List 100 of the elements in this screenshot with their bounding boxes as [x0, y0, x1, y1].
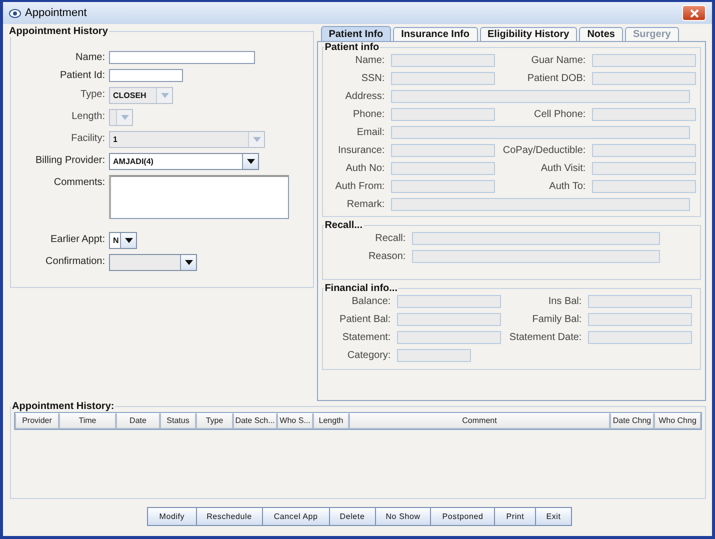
- column-header[interactable]: Date Chng: [610, 413, 654, 429]
- readonly-field[interactable]: [592, 180, 696, 193]
- field-label: Name:: [74, 51, 105, 64]
- caret-icon: [242, 154, 258, 169]
- field-label: SSN:: [360, 72, 385, 85]
- readonly-field[interactable]: [396, 313, 501, 326]
- close-button[interactable]: [682, 5, 706, 21]
- field-label: Patient Bal:: [338, 313, 391, 326]
- field-label: Balance:: [350, 295, 391, 308]
- action-button[interactable]: Postponed: [430, 507, 496, 526]
- section-title: Financial info...: [324, 283, 398, 294]
- column-header[interactable]: Time: [59, 413, 116, 429]
- action-button[interactable]: Reschedule: [196, 507, 263, 526]
- caret-icon: [120, 233, 136, 248]
- field-label: Type:: [80, 88, 105, 102]
- readonly-field[interactable]: [390, 90, 690, 103]
- action-button[interactable]: Delete: [328, 507, 376, 526]
- field-label: Billing Provider:: [34, 154, 105, 168]
- comments-field[interactable]: [109, 175, 289, 219]
- field-label: Recall:: [374, 232, 406, 245]
- field-label: Reason:: [367, 250, 406, 263]
- field-label: Statement:: [341, 331, 391, 344]
- caret-icon: [156, 88, 172, 103]
- readonly-field[interactable]: [390, 162, 495, 175]
- field-label: Phone:: [352, 108, 385, 121]
- section-title: Recall...: [324, 220, 364, 231]
- tab[interactable]: Eligibility History: [480, 27, 578, 41]
- readonly-field[interactable]: [390, 108, 495, 121]
- text-field[interactable]: [109, 51, 255, 64]
- readonly-field[interactable]: [412, 232, 660, 245]
- readonly-field[interactable]: [588, 295, 692, 308]
- field-label: Cell Phone:: [532, 108, 586, 121]
- field-label: Confirmation:: [44, 255, 105, 269]
- field-label: Length:: [70, 110, 105, 124]
- caret-icon: [248, 132, 264, 147]
- field-label: Auth No:: [344, 162, 385, 175]
- readonly-field[interactable]: [390, 144, 495, 157]
- tab[interactable]: Notes: [579, 27, 623, 41]
- section-title: Appointment History: [8, 26, 109, 37]
- column-header[interactable]: Comment: [349, 413, 610, 429]
- caret-icon: [116, 110, 132, 125]
- tab[interactable]: Insurance Info: [393, 27, 478, 41]
- readonly-field[interactable]: [412, 250, 660, 263]
- section-title: Patient info: [324, 42, 380, 53]
- readonly-field[interactable]: [396, 349, 471, 362]
- column-header[interactable]: Length: [313, 413, 349, 429]
- field-label: Ins Bal:: [547, 295, 582, 308]
- column-header[interactable]: Status: [160, 413, 196, 429]
- field-label: Patient Id:: [58, 69, 105, 82]
- field-label: Patient DOB:: [526, 72, 586, 85]
- readonly-field[interactable]: [390, 72, 495, 85]
- readonly-field[interactable]: [396, 331, 501, 344]
- section-title: Appointment History:: [11, 401, 116, 412]
- dropdown-field[interactable]: N: [109, 232, 137, 249]
- column-header[interactable]: Date Sch...: [233, 413, 277, 429]
- readonly-field[interactable]: [588, 331, 692, 344]
- readonly-field[interactable]: [390, 198, 690, 211]
- field-label: Email:: [356, 126, 385, 139]
- column-header[interactable]: Who Chng: [654, 413, 701, 429]
- field-label: Address:: [344, 90, 385, 103]
- dropdown-field[interactable]: [109, 254, 197, 271]
- readonly-field[interactable]: [592, 54, 696, 67]
- text-field[interactable]: [109, 69, 183, 82]
- field-label: Facility:: [70, 132, 105, 146]
- action-button[interactable]: Modify: [147, 507, 197, 526]
- field-label: Auth From:: [334, 180, 385, 193]
- readonly-field[interactable]: [592, 162, 696, 175]
- readonly-field[interactable]: [592, 72, 696, 85]
- dropdown-field[interactable]: AMJADI(4): [109, 153, 259, 170]
- field-label: Comments:: [52, 176, 105, 190]
- action-button[interactable]: Cancel App: [262, 507, 330, 526]
- field-label: Guar Name:: [530, 54, 586, 67]
- readonly-field[interactable]: [390, 180, 495, 193]
- column-header[interactable]: Date: [116, 413, 160, 429]
- readonly-field[interactable]: [592, 144, 696, 157]
- readonly-field[interactable]: [390, 54, 495, 67]
- action-button[interactable]: No Show: [374, 507, 432, 526]
- column-header[interactable]: Type: [196, 413, 233, 429]
- field-label: Insurance:: [336, 144, 385, 157]
- readonly-field[interactable]: [390, 126, 690, 139]
- field-label: Earlier Appt:: [50, 233, 105, 247]
- field-label: Auth To:: [548, 180, 586, 193]
- action-button[interactable]: Print: [494, 507, 536, 526]
- column-header[interactable]: Who S...: [277, 413, 313, 429]
- column-header[interactable]: Provider: [15, 413, 59, 429]
- readonly-field[interactable]: [592, 108, 696, 121]
- readonly-field[interactable]: [588, 313, 692, 326]
- window-title: Appointment: [25, 7, 88, 19]
- field-label: Family Bal:: [531, 313, 582, 326]
- field-label: Auth Visit:: [540, 162, 586, 175]
- field-label: Remark:: [346, 198, 385, 211]
- eye-icon: [9, 8, 21, 18]
- close-icon: [690, 8, 698, 18]
- field-label: CoPay/Deductible:: [502, 144, 586, 157]
- tab[interactable]: Patient Info: [320, 26, 392, 41]
- caret-icon: [180, 255, 196, 270]
- field-label: Name:: [354, 54, 385, 67]
- readonly-field[interactable]: [396, 295, 501, 308]
- field-label: Category:: [346, 349, 391, 362]
- action-button[interactable]: Exit: [535, 507, 572, 526]
